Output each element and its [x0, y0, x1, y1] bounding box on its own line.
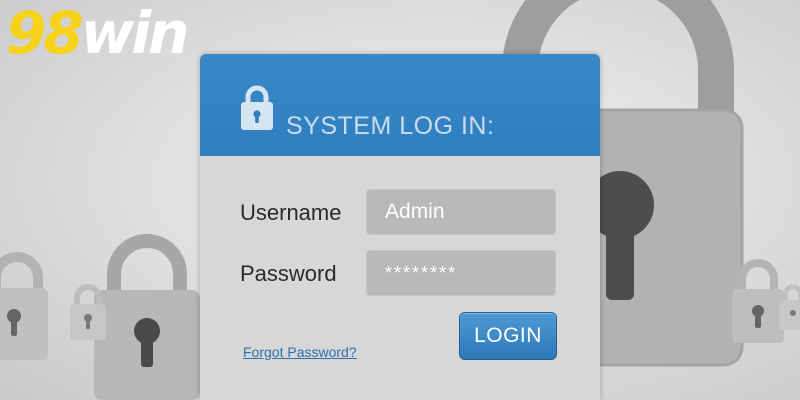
lock-icon	[241, 85, 273, 130]
background-padlock-far-left-icon	[0, 252, 48, 360]
background-padlock-left-icon	[94, 234, 200, 400]
background-padlock-small-left-icon	[70, 284, 106, 340]
password-label: Password	[240, 261, 337, 286]
brand-logo: 98win	[6, 4, 189, 62]
background-padlock-far-right-icon	[779, 284, 800, 330]
login-panel: SYSTEM LOG IN: Username Password Forgot …	[200, 54, 600, 400]
username-label: Username	[240, 200, 342, 225]
forgot-password-link[interactable]: Forgot Password?	[243, 344, 357, 360]
username-input[interactable]	[366, 189, 556, 235]
logo-number: 98	[6, 0, 84, 67]
login-button[interactable]: LOGIN	[459, 312, 557, 360]
username-row: Username	[200, 189, 600, 235]
login-panel-title: SYSTEM LOG IN:	[286, 112, 495, 140]
login-panel-header: SYSTEM LOG IN:	[200, 54, 600, 156]
logo-word: win	[80, 0, 190, 67]
password-input[interactable]	[366, 250, 556, 296]
password-row: Password	[200, 250, 600, 296]
